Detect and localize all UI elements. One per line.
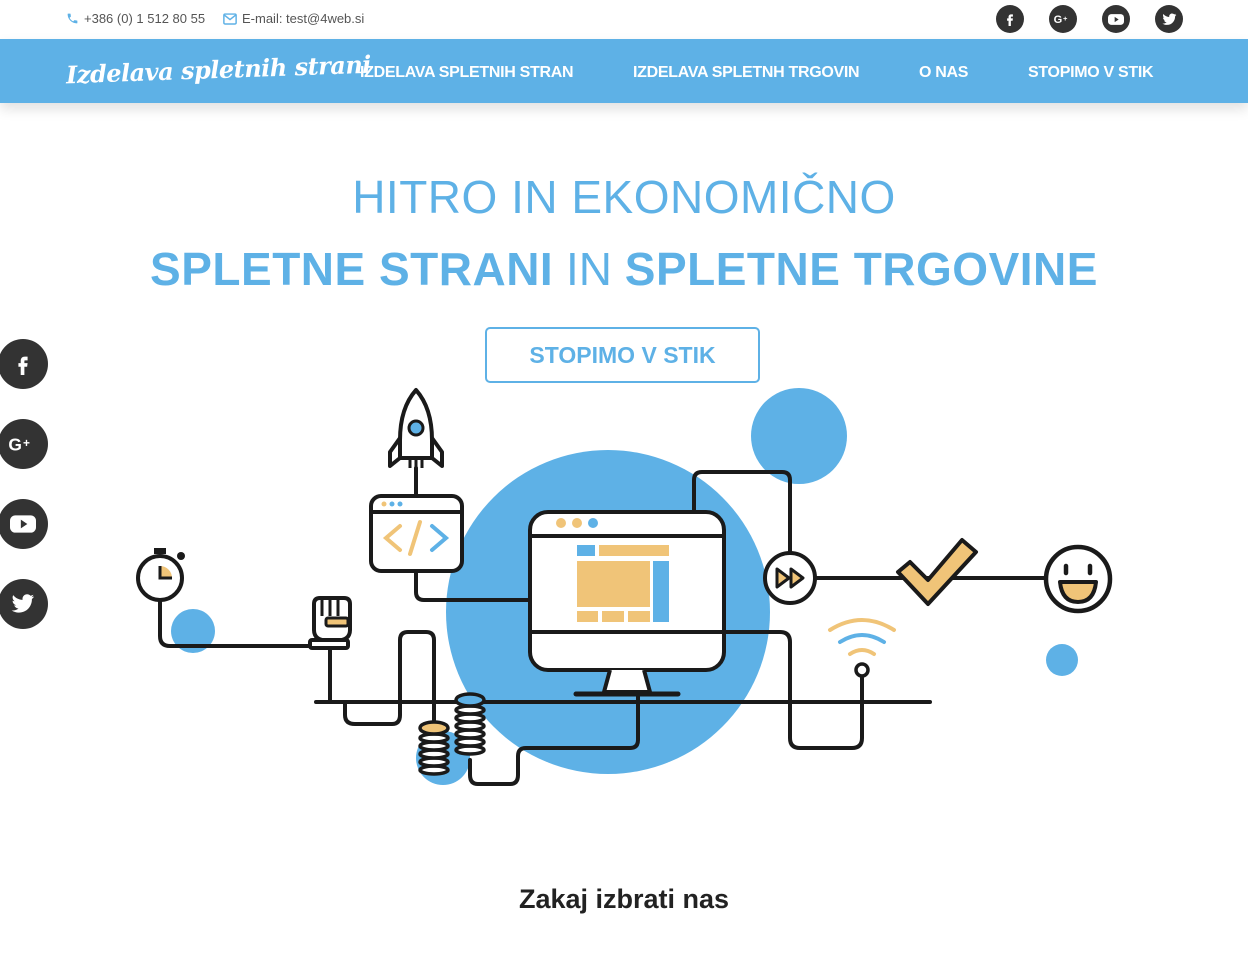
svg-text:G: G [1054,14,1063,26]
google-plus-icon: G + [1054,14,1068,26]
email-address: E-mail: test@4web.si [242,11,365,26]
main-navbar: Izdelava spletnih strani IZDELAVA SPLETN… [0,39,1248,103]
blue-circle-top [751,388,847,484]
hero-subheading: HITRO IN EKONOMIČNO [352,171,896,223]
top-twitter-link[interactable] [1155,5,1183,33]
email-contact[interactable]: E-mail: test@4web.si [223,11,364,26]
facebook-icon [1007,14,1013,26]
fast-forward-icon [763,551,817,605]
top-google-plus-link[interactable]: G + [1049,5,1077,33]
nav-item-izdelava-spletnh-trgovin[interactable]: IZDELAVA SPLETNH TRGOVIN [633,64,860,82]
nav-item-o-nas[interactable]: O NAS [919,64,968,82]
nav-item-izdelava-spletnih-stran[interactable]: IZDELAVA SPLETNIH STRAN [360,64,574,82]
top-youtube-link[interactable] [1102,5,1130,33]
desktop-monitor-icon [528,510,726,697]
blue-circle-right [1046,644,1078,676]
raised-fist-icon [308,596,352,650]
stopwatch-icon [136,548,185,602]
svg-text:+: + [1063,14,1068,23]
checkmark-icon [896,538,978,606]
hero-heading-part2: IN [553,243,625,295]
youtube-icon [1108,13,1124,25]
facebook-icon [18,356,28,375]
phone-icon [67,13,78,24]
phone-contact[interactable]: +386 (0) 1 512 80 55 [66,11,205,26]
code-window-icon [369,494,464,573]
contact-cta-button[interactable]: STOPIMO V STIK [485,327,760,383]
top-facebook-link[interactable] [996,5,1024,33]
rocket-icon [388,388,444,470]
section-title-why-us: Zakaj izbrati nas [518,884,730,914]
wifi-icon [828,618,896,678]
smiley-icon [1043,544,1113,614]
brand-logo[interactable]: Izdelava spletnih strani [66,50,372,90]
top-contact-bar: +386 (0) 1 512 80 55 E-mail: test@4web.s… [0,0,1248,39]
twitter-icon [1161,12,1176,25]
hero-heading: SPLETNE STRANI IN SPLETNE TRGOVINE [0,242,1248,296]
phone-number: +386 (0) 1 512 80 55 [84,11,206,26]
hero-illustration [136,388,1113,786]
hero-heading-part3: SPLETNE TRGOVINE [624,243,1098,295]
hero-heading-part1: SPLETNE STRANI [150,243,554,295]
nav-item-stopimo-v-stik[interactable]: STOPIMO V STIK [1028,64,1154,82]
envelope-icon [223,12,237,25]
